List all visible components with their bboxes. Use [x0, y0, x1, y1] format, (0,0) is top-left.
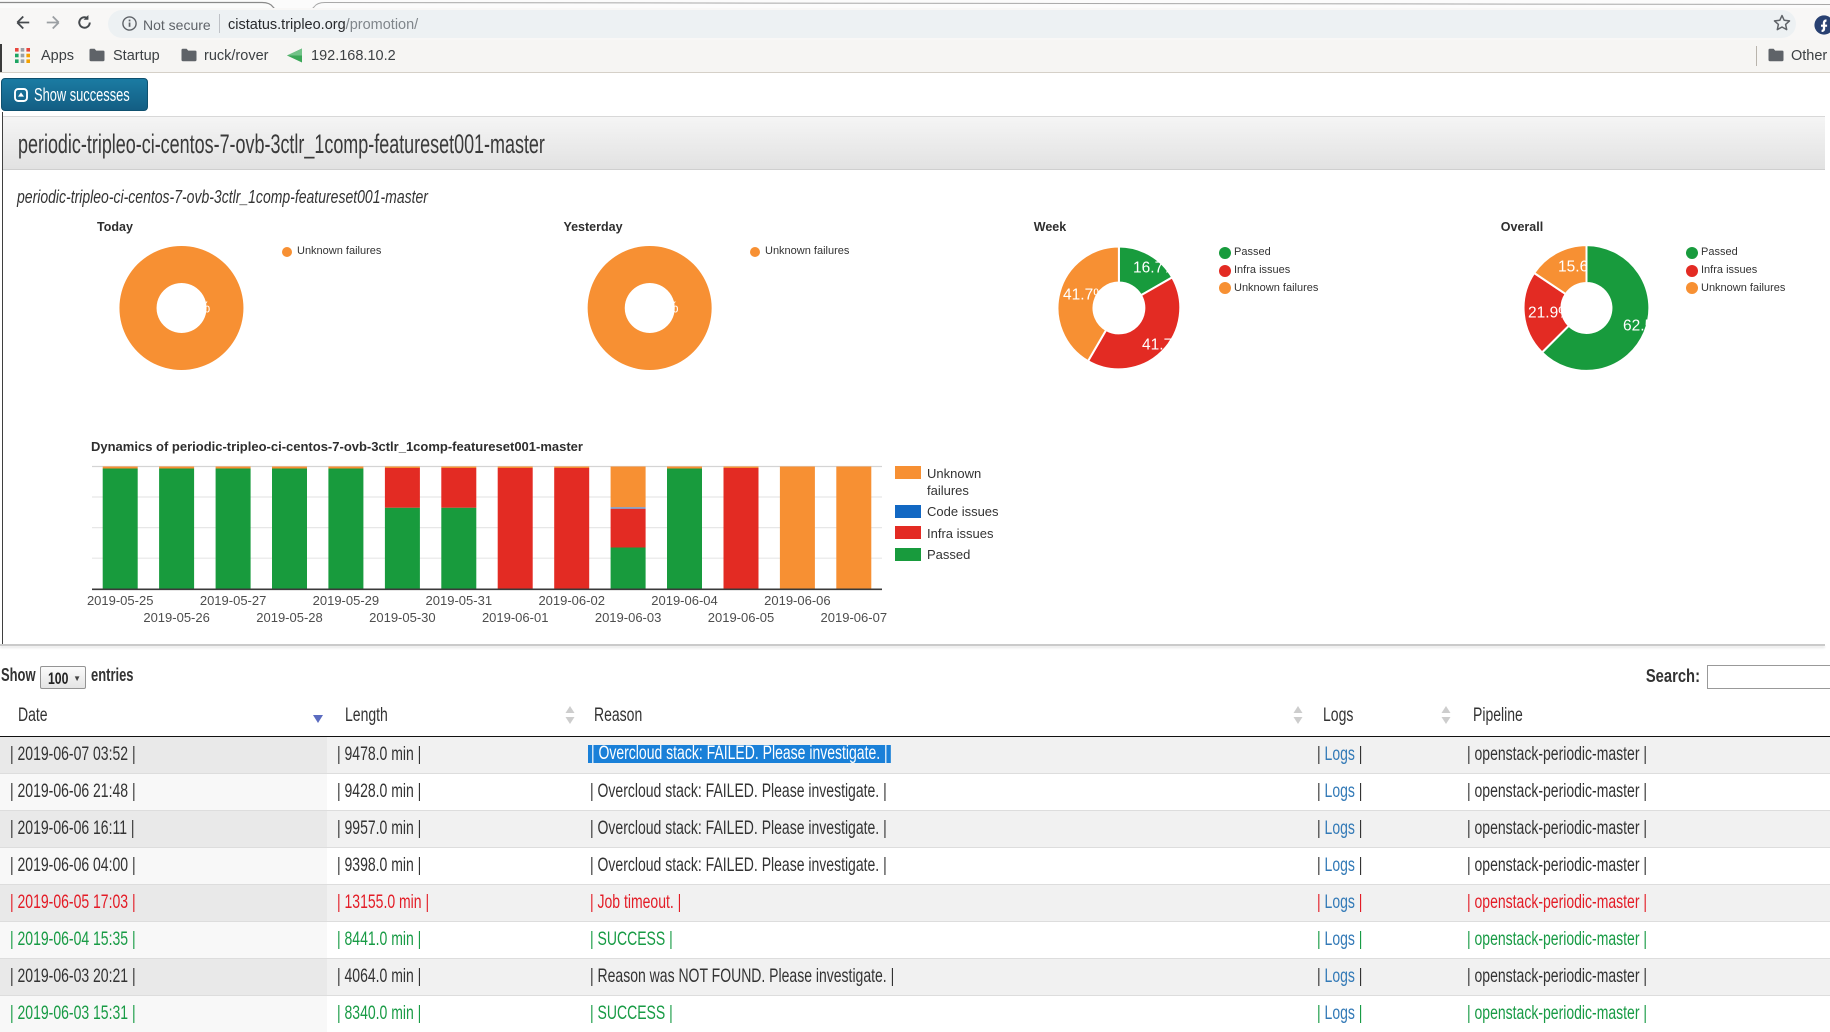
svg-text:21.9%: 21.9%	[1528, 305, 1572, 322]
svg-text:41.7%: 41.7%	[1142, 337, 1186, 354]
svg-text:62.5%: 62.5%	[1623, 318, 1660, 335]
svg-text:100.0%: 100.0%	[158, 300, 211, 317]
svg-text:100.0%: 100.0%	[626, 300, 679, 317]
svg-text:41.7%: 41.7%	[1063, 287, 1107, 304]
